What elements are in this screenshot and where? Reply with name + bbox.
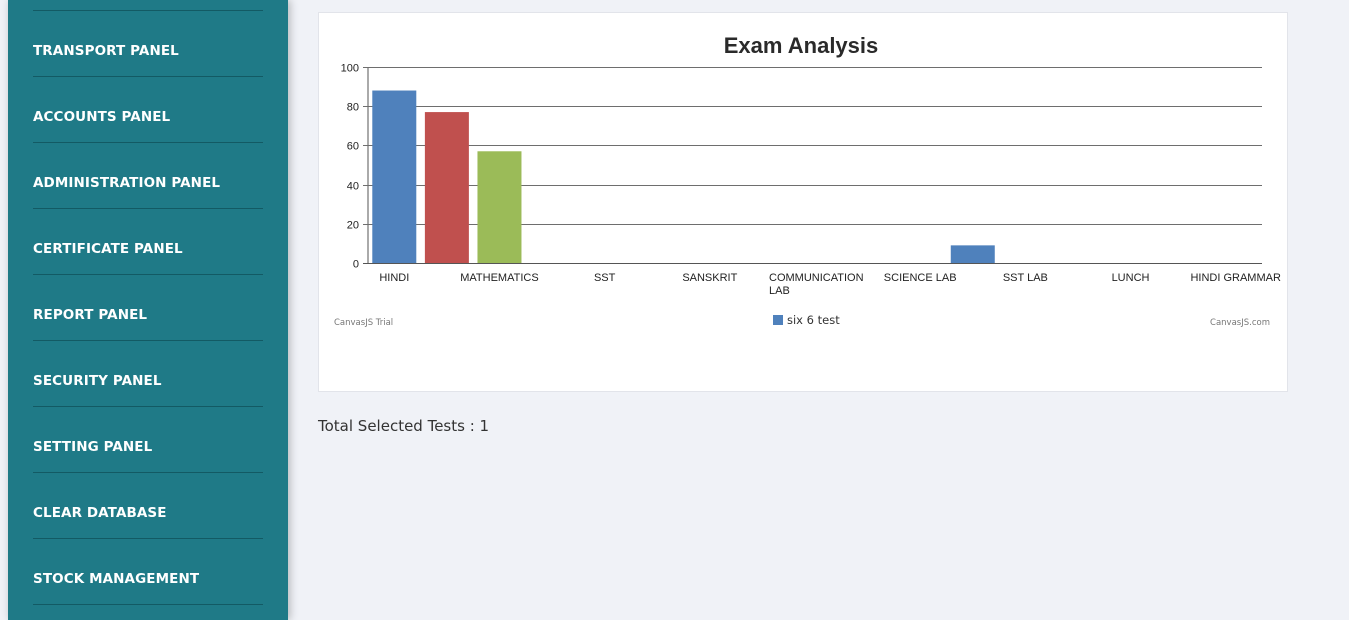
sidebar-item-administration-panel[interactable]: ADMINISTRATION PANEL [33,150,263,216]
sidebar-item-stock-management[interactable]: STOCK MANAGEMENT [33,546,263,612]
canvasjs-link[interactable]: CanvasJS.com [1210,318,1270,328]
x-tick-label: COMMUNICATION LAB [769,272,864,297]
chart-title: Exam Analysis [724,33,879,58]
canvasjs-trial-credit: CanvasJS Trial [334,318,393,328]
sidebar-item-accounts-panel[interactable]: ACCOUNTS PANEL [33,84,263,150]
x-axis-labels: HINDI MATHEMATICS SST SANSKRIT COMMUNICATION… [379,272,1281,297]
x-tick-label: SST [594,272,616,284]
chart-bars [372,90,995,264]
menu-divider [33,472,263,473]
menu-divider [33,604,263,605]
x-tick-label: MATHEMATICS [460,272,538,284]
x-tick-label: HINDI [379,272,409,284]
exam-analysis-chart-card: Exam Analysis 0 20 40 60 80 100 HINDI MATHEMAT… [318,12,1288,392]
menu-divider [33,406,263,407]
sidebar-item-transport-panel[interactable]: TRANSPORT PANEL [33,18,263,84]
x-tick-label: HINDI GRAMMAR [1190,272,1281,284]
y-axis-labels: 0 20 40 60 80 100 [341,63,359,271]
x-tick-label: SCIENCE LAB [884,272,957,284]
menu-divider [33,76,263,77]
menu-divider [33,142,263,143]
sidebar-item-report-panel[interactable]: REPORT PANEL [33,282,263,348]
menu-divider [33,208,263,209]
y-tick-label: 0 [353,259,359,271]
y-tick-label: 100 [341,63,359,75]
x-tick-label: SST LAB [1003,272,1048,284]
chart-legend[interactable]: six 6 test [773,313,840,327]
bar-hindi-lab[interactable] [950,245,995,263]
y-tick-label: 60 [347,141,359,153]
bar-english[interactable] [424,112,469,263]
bar-hindi[interactable] [372,90,417,264]
sidebar-item-security-panel[interactable]: SECURITY PANEL [33,348,263,414]
sidebar-item-certificate-panel[interactable]: CERTIFICATE PANEL [33,216,263,282]
exam-analysis-chart: Exam Analysis 0 20 40 60 80 100 HINDI MATHEMAT… [334,33,1281,328]
menu-divider [33,538,263,539]
total-selected-tests: Total Selected Tests : 1 [318,417,490,435]
legend-swatch-six-6-test [773,315,783,325]
menu-divider [33,274,263,275]
legend-label-six-6-test: six 6 test [787,313,840,327]
x-tick-label: SANSKRIT [682,272,737,284]
sidebar-item-clear-database[interactable]: CLEAR DATABASE [33,480,263,546]
x-tick-label: LUNCH [1112,272,1150,284]
bar-mathematics[interactable] [477,151,522,263]
menu-divider [33,10,263,11]
y-tick-label: 40 [347,181,359,193]
sidebar: TRANSPORT PANEL ACCOUNTS PANEL ADMINISTR… [8,0,288,620]
sidebar-item-setting-panel[interactable]: SETTING PANEL [33,414,263,480]
menu-divider [33,340,263,341]
y-tick-label: 20 [347,220,359,232]
y-tick-label: 80 [347,102,359,114]
